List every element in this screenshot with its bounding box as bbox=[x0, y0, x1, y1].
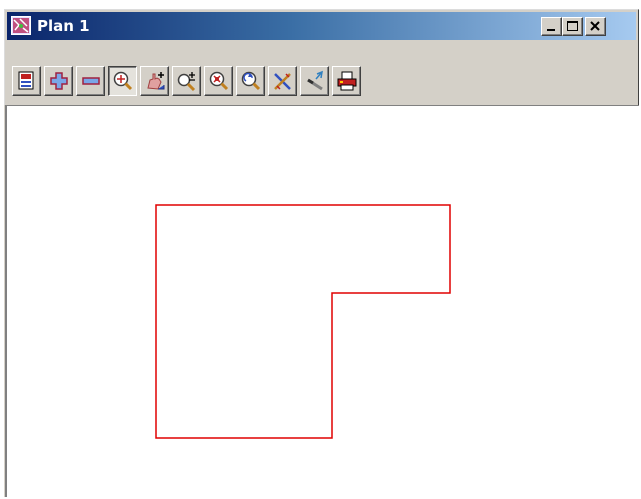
tools-cross-icon bbox=[274, 73, 291, 90]
zoom-in-plus-icon bbox=[50, 72, 68, 90]
plot-button[interactable] bbox=[12, 66, 41, 96]
maximize-icon bbox=[567, 21, 578, 31]
canvas-left-border bbox=[4, 105, 6, 497]
plan-canvas[interactable] bbox=[6, 105, 639, 497]
zoom-previous-button[interactable] bbox=[236, 66, 265, 96]
zoom-center-icon bbox=[209, 71, 229, 91]
window-title: Plan 1 bbox=[37, 17, 90, 35]
zoom-previous-icon bbox=[241, 71, 261, 91]
zoom-center-button[interactable] bbox=[204, 66, 233, 96]
app-icon[interactable] bbox=[11, 16, 31, 35]
pan-hand-icon bbox=[147, 72, 165, 90]
zoom-extent-button[interactable] bbox=[108, 66, 137, 96]
plot-icon bbox=[18, 71, 34, 90]
zoom-window-icon bbox=[177, 72, 196, 92]
maximize-button[interactable] bbox=[562, 17, 583, 36]
minimize-button[interactable] bbox=[541, 17, 562, 36]
zoom-window-button[interactable] bbox=[172, 66, 201, 96]
tools-cross-button[interactable] bbox=[268, 66, 297, 96]
zoom-in-plus-button[interactable] bbox=[44, 66, 73, 96]
print-button[interactable] bbox=[332, 66, 361, 96]
l-shape-polygon[interactable] bbox=[155, 204, 451, 439]
zoom-extent-icon bbox=[113, 71, 133, 91]
plan-drawing bbox=[155, 204, 451, 439]
title-bar[interactable]: Plan 1 bbox=[7, 12, 636, 40]
print-icon bbox=[337, 71, 357, 91]
zoom-out-minus-icon bbox=[82, 77, 100, 85]
zoom-out-minus-button[interactable] bbox=[76, 66, 105, 96]
close-icon bbox=[590, 21, 600, 31]
pick-tool-icon bbox=[307, 70, 323, 91]
minimize-icon bbox=[547, 29, 555, 31]
pick-tool-button[interactable] bbox=[300, 66, 329, 96]
pan-hand-button[interactable] bbox=[140, 66, 169, 96]
close-button[interactable] bbox=[585, 17, 606, 36]
